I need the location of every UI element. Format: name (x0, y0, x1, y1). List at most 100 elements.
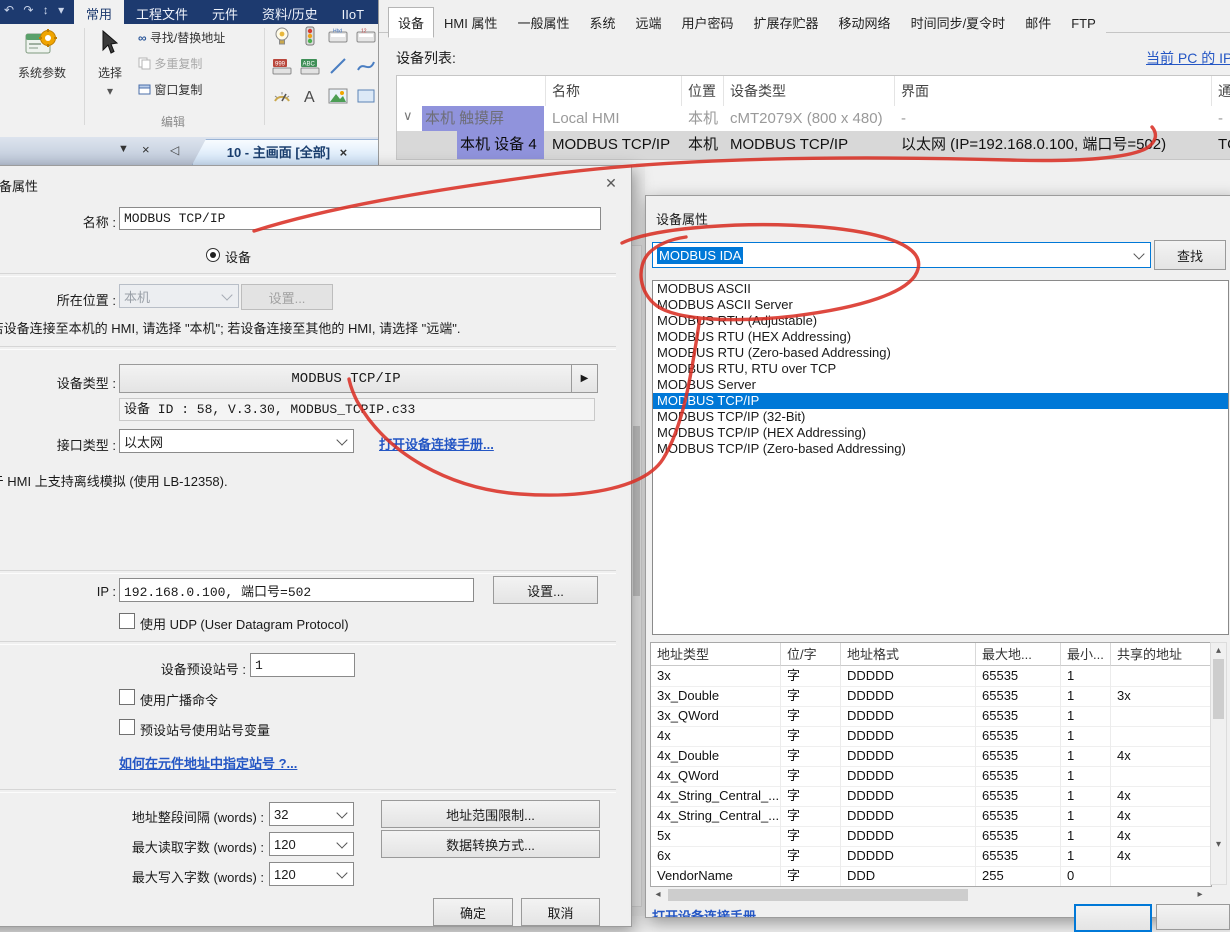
device-list-table[interactable]: 名称位置设备类型界面通讯协议∨本机 触摸屏Local HMI本机cMT2079X… (396, 75, 1230, 160)
default-station-input[interactable]: 1 (250, 653, 355, 677)
table-row[interactable]: ∨本机 触摸屏Local HMI本机cMT2079X (800 x 480)-- (397, 106, 1230, 131)
device-type-listbox[interactable]: MODBUS ASCIIMODBUS ASCII ServerMODBUS RT… (652, 280, 1229, 635)
listbox-item[interactable]: MODBUS TCP/IP (Zero-based Addressing) (653, 441, 1228, 457)
tab-scroll-left-icon[interactable]: ◁ (170, 143, 179, 157)
table-vertical-scrollbar[interactable]: ▴ ▾ (1210, 642, 1227, 885)
location-settings-button[interactable]: 设置... (241, 284, 333, 310)
window-copy-command[interactable]: 窗口复制 (138, 81, 202, 98)
table-row[interactable]: 5x字DDDDD6553514x (651, 826, 1211, 847)
ascii-display-icon[interactable]: ABC (300, 56, 320, 76)
scroll-up-icon[interactable]: ▴ (1211, 645, 1226, 656)
listbox-item[interactable]: MODBUS RTU (Zero-based Addressing) (653, 345, 1228, 361)
listbox-item[interactable]: MODBUS TCP/IP (32-Bit) (653, 409, 1228, 425)
bulb-icon[interactable] (272, 26, 292, 46)
listbox-item-selected[interactable]: MODBUS TCP/IP (653, 393, 1228, 409)
meter-icon[interactable] (272, 86, 292, 106)
sysparam-tab[interactable]: HMI 属性 (434, 7, 507, 38)
name-input[interactable]: MODBUS TCP/IP (119, 207, 601, 230)
table-row[interactable]: 6x字DDDDD6553514x (651, 846, 1211, 867)
system-parameters-button[interactable]: 系统参数 (6, 26, 78, 126)
close-icon[interactable]: ✕ (600, 173, 622, 193)
device-type-button[interactable]: MODBUS TCP/IP (119, 364, 573, 393)
scroll-right-icon[interactable]: ▸ (1194, 889, 1206, 900)
listbox-item[interactable]: MODBUS RTU (HEX Addressing) (653, 329, 1228, 345)
sysparam-tab[interactable]: 邮件 (1015, 7, 1061, 38)
device-radio[interactable]: 设备 (206, 247, 326, 263)
curve-tool-icon[interactable] (356, 56, 376, 76)
sysparam-tab[interactable]: 用户密码 (672, 7, 744, 38)
quick-access-toolbar[interactable]: ↶ ↷ ↕ ▾ (4, 3, 67, 17)
sysparam-tab[interactable]: 系统 (579, 7, 625, 38)
listbox-item[interactable]: MODBUS RTU, RTU over TCP (653, 361, 1228, 377)
line-tool-icon[interactable] (328, 56, 348, 76)
rect-tool-icon[interactable] (356, 86, 376, 106)
open-device-manual-link[interactable]: 打开设备连接手册... (379, 434, 494, 453)
sysparam-tab[interactable]: 移动网络 (829, 7, 901, 38)
sysparam-tab[interactable]: 扩展存贮器 (744, 7, 829, 38)
listbox-item[interactable]: MODBUS ASCII Server (653, 297, 1228, 313)
max-write-combobox[interactable]: 120 (269, 862, 354, 886)
table-row[interactable]: 3x_Double字DDDDD6553513x (651, 686, 1211, 707)
table-row[interactable]: 3x字DDDDD655351 (651, 666, 1211, 687)
station-variable-checkbox[interactable] (119, 719, 135, 735)
scroll-left-icon[interactable]: ◂ (652, 889, 664, 900)
key-button-2-icon[interactable]: 12 (356, 26, 376, 46)
device-search-combobox[interactable]: MODBUS IDA (652, 242, 1151, 268)
tab-close-icon[interactable]: × (340, 145, 348, 160)
udp-checkbox[interactable] (119, 613, 135, 629)
ribbon-tab[interactable]: 工程文件 (124, 0, 200, 28)
interval-combobox[interactable]: 32 (269, 802, 354, 826)
open-device-manual-link[interactable]: 打开设备连接手册... (652, 906, 767, 917)
table-row-selected[interactable]: 本机 设备 4MODBUS TCP/IP本机MODBUS TCP/IP以太网 (… (397, 131, 1230, 159)
multi-copy-command[interactable]: 多重复制 (138, 55, 202, 72)
tab-main-window[interactable]: 10 - 主画面 [全部] × (192, 139, 382, 165)
broadcast-checkbox[interactable] (119, 689, 135, 705)
ribbon-tab[interactable]: 元件 (200, 0, 250, 28)
table-row[interactable]: 3x_QWord字DDDDD655351 (651, 706, 1211, 727)
key-button-icon[interactable]: Hbd (328, 26, 348, 46)
location-combobox[interactable]: 本机 (119, 284, 239, 308)
listbox-item[interactable]: MODBUS Server (653, 377, 1228, 393)
background-scrollbar[interactable] (631, 245, 642, 907)
device-type-expand-button[interactable]: ▶ (571, 364, 598, 393)
table-horizontal-scrollbar[interactable]: ◂ ▸ (650, 887, 1210, 903)
select-dropdown-caret-icon[interactable]: ▾ (88, 84, 132, 98)
listbox-item[interactable]: MODBUS ASCII (653, 281, 1228, 297)
scroll-down-icon[interactable]: ▾ (1211, 839, 1226, 850)
select-tool-button[interactable]: 选择 ▾ (88, 26, 132, 126)
table-row[interactable]: VendorName字DDD2550 (651, 866, 1211, 887)
picker-cancel-button[interactable] (1156, 904, 1230, 930)
panel-caret-icon[interactable]: ▼ (118, 143, 129, 155)
tree-expand-icon[interactable]: ∨ (403, 108, 413, 124)
ribbon-tab[interactable]: IIoT (330, 3, 376, 27)
ribbon-tab[interactable]: 常用 (74, 0, 124, 28)
panel-close-icon[interactable]: × (142, 142, 150, 157)
sysparam-tab[interactable]: 设备 (388, 7, 434, 38)
ip-input[interactable]: 192.168.0.100, 端口号=502 (119, 578, 474, 602)
current-pc-ip-link[interactable]: 当前 PC 的 IP 信息 (1146, 48, 1230, 68)
picture-tool-icon[interactable] (328, 86, 348, 106)
listbox-item[interactable]: MODBUS RTU (Adjustable) (653, 313, 1228, 329)
find-replace-address-command[interactable]: ∞ 寻找/替换地址 (138, 29, 225, 46)
max-read-combobox[interactable]: 120 (269, 832, 354, 856)
search-button[interactable]: 查找 (1154, 240, 1226, 270)
text-tool-icon[interactable]: A (300, 86, 320, 106)
ip-settings-button[interactable]: 设置... (493, 576, 598, 604)
data-conversion-button[interactable]: 数据转换方式... (381, 830, 600, 858)
table-row[interactable]: 4x字DDDDD655351 (651, 726, 1211, 747)
sysparam-tab[interactable]: 时间同步/夏令时 (901, 7, 1016, 38)
sysparam-tab[interactable]: FTP (1061, 10, 1106, 37)
sysparam-tab[interactable]: 远端 (626, 7, 672, 38)
address-type-table[interactable]: 地址类型位/字地址格式最大地...最小...共享的地址3x字DDDDD65535… (650, 642, 1212, 887)
station-help-link[interactable]: 如何在元件地址中指定站号 ?... (119, 753, 297, 772)
ribbon-tab[interactable]: 资料/历史 (250, 0, 330, 28)
traffic-light-icon[interactable] (300, 26, 320, 46)
sysparam-tab[interactable]: 一般属性 (507, 7, 579, 38)
table-row[interactable]: 4x_String_Central_...字DDDDD6553514x (651, 786, 1211, 807)
address-range-button[interactable]: 地址范围限制... (381, 800, 600, 828)
table-row[interactable]: 4x_Double字DDDDD6553514x (651, 746, 1211, 767)
cancel-button[interactable]: 取消 (521, 898, 600, 926)
listbox-item[interactable]: MODBUS TCP/IP (HEX Addressing) (653, 425, 1228, 441)
table-row[interactable]: 4x_QWord字DDDDD655351 (651, 766, 1211, 787)
ok-button[interactable]: 确定 (433, 898, 513, 926)
